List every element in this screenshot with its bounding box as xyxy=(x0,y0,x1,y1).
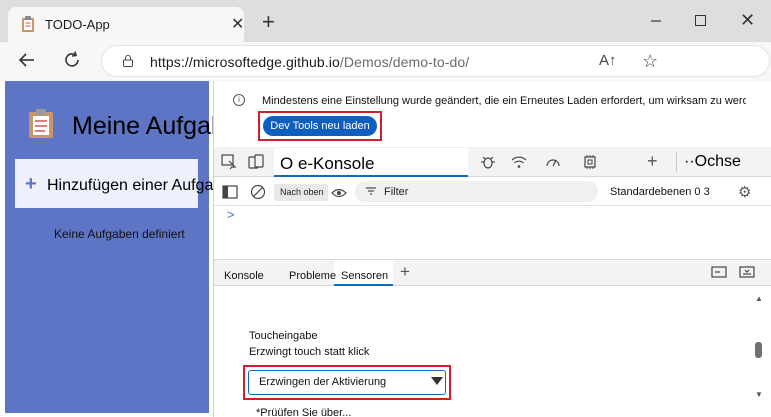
memory-icon[interactable] xyxy=(582,154,598,170)
touch-description: Erzwingt touch statt klick xyxy=(249,346,370,358)
close-tab-icon[interactable]: ✕ xyxy=(231,14,244,34)
performance-icon[interactable] xyxy=(545,154,561,170)
drawer-tab-console[interactable]: Konsole xyxy=(224,270,264,282)
eye-icon[interactable] xyxy=(331,185,347,201)
scroll-up-icon[interactable]: ▲ xyxy=(755,294,763,303)
info-message: Mindestens eine Einstellung wurde geände… xyxy=(262,95,746,107)
add-task-label[interactable]: Hinzufügen einer Aufgabe xyxy=(47,177,231,195)
undock-drawer-icon[interactable] xyxy=(739,264,755,280)
empty-message: Keine Aufgaben definiert xyxy=(54,227,185,241)
sidebar-icon[interactable] xyxy=(222,184,238,200)
wifi-icon[interactable] xyxy=(511,154,527,170)
more-tools-label[interactable]: ··Ochse xyxy=(684,153,741,171)
url-path: /Demos/demo-to-do/ xyxy=(339,54,470,70)
filter-placeholder: Filter xyxy=(384,186,409,198)
maximize-icon[interactable] xyxy=(695,15,706,26)
gear-icon[interactable]: ⚙ xyxy=(738,183,751,201)
tab-title: TODO-App xyxy=(45,17,110,32)
info-icon: i xyxy=(233,94,245,106)
new-tab-icon[interactable]: + xyxy=(262,11,275,33)
read-aloud-icon[interactable]: A↑ xyxy=(599,52,617,69)
drawer-tab-sensors[interactable]: Sensoren xyxy=(341,270,388,282)
filter-icon xyxy=(366,187,376,195)
minimize-icon[interactable] xyxy=(650,15,662,27)
truncated-text: *Prüüfen Sie über... xyxy=(256,407,352,417)
url-field[interactable]: https://microsoftedge.github.io/Demos/de… xyxy=(101,45,770,77)
bug-icon[interactable] xyxy=(480,154,496,170)
chevron-down-icon[interactable] xyxy=(431,377,443,385)
favorite-icon[interactable]: ☆ xyxy=(642,51,658,72)
scrollbar-thumb[interactable] xyxy=(755,342,762,358)
device-emulation-icon[interactable] xyxy=(248,154,264,170)
inspect-icon[interactable] xyxy=(221,154,237,170)
touch-select[interactable]: Erzwingen der Aktivierung xyxy=(248,370,446,395)
active-tab-label[interactable]: O e-Konsole xyxy=(280,154,375,174)
dock-icon[interactable] xyxy=(711,264,727,280)
add-drawer-tab-icon[interactable]: + xyxy=(400,262,410,282)
drawer-tab-issues[interactable]: Probleme xyxy=(289,270,336,282)
console-prompt[interactable]: > xyxy=(227,207,235,222)
browser-tab[interactable] xyxy=(8,7,244,42)
clipboard-icon xyxy=(22,16,34,32)
add-tool-icon[interactable]: + xyxy=(647,151,658,172)
url-domain: https://microsoftedge.github.io xyxy=(150,54,340,70)
reload-devtools-button[interactable]: Dev Tools neu laden xyxy=(263,116,377,136)
clear-console-icon[interactable] xyxy=(250,184,266,200)
log-levels[interactable]: Standardebenen 0 3 xyxy=(610,186,710,198)
scroll-down-icon[interactable]: ▼ xyxy=(755,390,763,399)
lock-icon[interactable] xyxy=(123,55,133,67)
url-text: https://microsoftedge.github.io/Demos/de… xyxy=(150,54,469,70)
context-dropdown[interactable]: Nach oben xyxy=(274,184,328,201)
clipboard-icon xyxy=(29,109,53,138)
plus-icon[interactable]: + xyxy=(25,174,37,194)
touch-label: Toucheingabe xyxy=(249,330,318,342)
toolbar-divider xyxy=(676,152,677,172)
refresh-icon[interactable] xyxy=(62,50,82,70)
back-icon[interactable] xyxy=(17,50,37,70)
close-window-icon[interactable]: ✕ xyxy=(740,11,755,29)
